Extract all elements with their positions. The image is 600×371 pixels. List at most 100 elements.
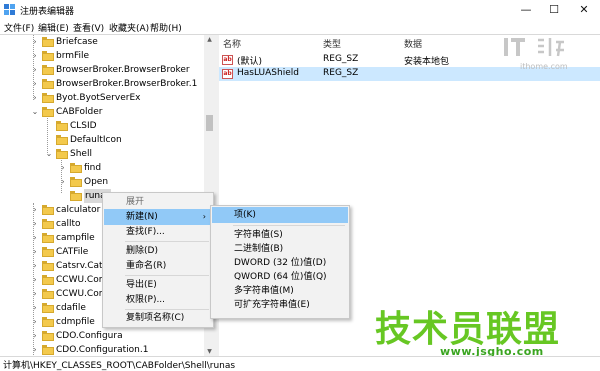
expand-chevron-icon[interactable]: › bbox=[30, 77, 40, 91]
string-value-icon: ab bbox=[222, 69, 233, 79]
tree-item-label: BrowserBroker.BrowserBroker bbox=[56, 65, 190, 75]
expand-chevron-icon[interactable]: › bbox=[30, 203, 40, 217]
menu-file[interactable]: 文件(F) bbox=[4, 21, 34, 34]
tree-item-label: DefaultIcon bbox=[70, 135, 122, 145]
registry-editor-window: 注册表编辑器 — ☐ ✕ 文件(F) 编辑(E) 查看(V) 收藏夹(A) 帮助… bbox=[0, 0, 600, 371]
menu-item-find[interactable]: 查找(F)... bbox=[104, 224, 212, 240]
close-button[interactable]: ✕ bbox=[570, 0, 598, 20]
column-header-type[interactable]: 类型 bbox=[323, 37, 341, 51]
tree-item-label: campfile bbox=[56, 233, 95, 243]
menu-separator bbox=[125, 275, 209, 276]
expand-chevron-icon[interactable]: › bbox=[30, 91, 40, 105]
minimize-button[interactable]: — bbox=[512, 0, 540, 20]
tree-item-label: callto bbox=[56, 219, 81, 229]
expand-chevron-icon[interactable]: › bbox=[30, 273, 40, 287]
expand-chevron-icon[interactable]: › bbox=[30, 343, 40, 357]
folder-icon bbox=[70, 163, 82, 173]
tree-item-label: CDO.Configuration.1 bbox=[56, 345, 149, 355]
tree-item-label: cdafile bbox=[56, 303, 86, 313]
expand-chevron-icon[interactable]: › bbox=[30, 231, 40, 245]
submenu-arrow-icon: › bbox=[202, 212, 206, 221]
expand-chevron-icon[interactable]: › bbox=[30, 329, 40, 343]
menu-help[interactable]: 帮助(H) bbox=[150, 21, 182, 34]
menu-favorites[interactable]: 收藏夹(A) bbox=[109, 21, 149, 34]
collapse-chevron-icon[interactable]: ⌄ bbox=[30, 105, 40, 119]
context-menu: 展开 新建(N) › 查找(F)... 删除(D) 重命名(R) 导出(E) 权限… bbox=[102, 192, 214, 328]
tree-item-label: Open bbox=[84, 177, 109, 187]
scrollbar-thumb[interactable] bbox=[206, 115, 213, 131]
expand-chevron-icon[interactable]: › bbox=[30, 287, 40, 301]
value-type: REG_SZ bbox=[323, 68, 359, 78]
folder-open-icon bbox=[42, 107, 54, 117]
folder-icon bbox=[70, 191, 82, 201]
folder-icon bbox=[42, 51, 54, 61]
column-header-data[interactable]: 数据 bbox=[404, 37, 422, 51]
expand-chevron-icon[interactable]: › bbox=[30, 63, 40, 77]
expand-chevron-icon[interactable]: › bbox=[30, 259, 40, 273]
maximize-button[interactable]: ☐ bbox=[540, 0, 568, 20]
expand-chevron-icon[interactable]: › bbox=[30, 301, 40, 315]
folder-icon bbox=[70, 177, 82, 187]
folder-open-icon bbox=[56, 149, 68, 159]
folder-icon bbox=[42, 205, 54, 215]
tree-item-label: brmFile bbox=[56, 51, 90, 61]
tree-item-label: Byot.ByotServerEx bbox=[56, 93, 141, 103]
expand-chevron-icon[interactable]: › bbox=[58, 161, 68, 175]
menu-view[interactable]: 查看(V) bbox=[73, 21, 104, 34]
value-type: REG_SZ bbox=[323, 54, 359, 64]
current-key-path: 计算机\HKEY_CLASSES_ROOT\CABFolder\Shell\ru… bbox=[3, 361, 236, 371]
folder-icon bbox=[56, 135, 68, 145]
tree-item-label: Briefcase bbox=[56, 37, 98, 47]
scroll-up-arrow-icon[interactable]: ▲ bbox=[204, 35, 215, 45]
expand-chevron-icon[interactable]: › bbox=[30, 49, 40, 63]
folder-icon bbox=[42, 219, 54, 229]
value-name: HasLUAShield bbox=[237, 68, 299, 78]
expand-chevron-icon[interactable]: › bbox=[30, 245, 40, 259]
expand-chevron-icon[interactable]: › bbox=[30, 217, 40, 231]
collapse-chevron-icon[interactable]: ⌄ bbox=[44, 147, 54, 161]
status-bar: 计算机\HKEY_CLASSES_ROOT\CABFolder\Shell\ru… bbox=[0, 356, 600, 371]
folder-icon bbox=[42, 37, 54, 47]
menu-item-permissions[interactable]: 权限(P)... bbox=[104, 292, 212, 308]
expand-chevron-icon[interactable]: › bbox=[58, 175, 68, 189]
folder-icon bbox=[42, 261, 54, 271]
expand-chevron-icon[interactable]: › bbox=[30, 35, 40, 49]
menu-item-rename[interactable]: 重命名(R) bbox=[104, 258, 212, 274]
tree-item-label: calculator bbox=[56, 205, 101, 215]
value-data: 安装本地包 bbox=[404, 57, 450, 67]
tree-item-label: find bbox=[84, 163, 102, 173]
tree-item-label: cdmpfile bbox=[56, 317, 95, 327]
folder-icon bbox=[42, 303, 54, 313]
menu-item-export[interactable]: 导出(E) bbox=[104, 277, 212, 293]
folder-icon bbox=[42, 317, 54, 327]
ithome-logo-icon bbox=[504, 38, 564, 57]
menu-item-copy-key-name[interactable]: 复制项名称(C) bbox=[104, 310, 212, 326]
new-submenu: 项(K) 字符串值(S) 二进制值(B) DWORD (32 位)值(D) QW… bbox=[210, 205, 350, 319]
folder-icon bbox=[42, 275, 54, 285]
tree-item-label: CDO.Configura bbox=[56, 331, 123, 341]
folder-icon bbox=[42, 79, 54, 89]
tree-item-label: BrowserBroker.BrowserBroker.1 bbox=[56, 79, 198, 89]
folder-icon bbox=[42, 289, 54, 299]
menu-separator bbox=[233, 225, 345, 226]
folder-icon bbox=[42, 345, 54, 355]
menu-edit[interactable]: 编辑(E) bbox=[38, 21, 69, 34]
tree-item-label: CLSID bbox=[70, 121, 97, 131]
menu-bar: 文件(F) 编辑(E) 查看(V) 收藏夹(A) 帮助(H) bbox=[0, 20, 600, 34]
column-header-name[interactable]: 名称 bbox=[223, 37, 241, 51]
folder-icon bbox=[56, 121, 68, 131]
menu-item-new[interactable]: 新建(N) › bbox=[104, 209, 212, 225]
regedit-app-icon bbox=[4, 4, 15, 15]
submenu-item-key[interactable]: 项(K) bbox=[212, 207, 348, 223]
ithome-url: ithome.com bbox=[520, 62, 568, 71]
folder-icon bbox=[42, 233, 54, 243]
folder-icon bbox=[42, 247, 54, 257]
tree-item-label: Shell bbox=[70, 149, 92, 159]
submenu-item-expandable-string-value[interactable]: 可扩充字符串值(E) bbox=[212, 297, 348, 313]
expand-chevron-icon[interactable]: › bbox=[30, 315, 40, 329]
ithome-watermark: ithome.com bbox=[498, 34, 598, 74]
menu-item-delete[interactable]: 删除(D) bbox=[104, 243, 212, 259]
window-title: 注册表编辑器 bbox=[20, 7, 75, 17]
title-bar[interactable]: 注册表编辑器 — ☐ ✕ bbox=[0, 0, 600, 20]
menu-item-expand[interactable]: 展开 bbox=[104, 194, 212, 210]
